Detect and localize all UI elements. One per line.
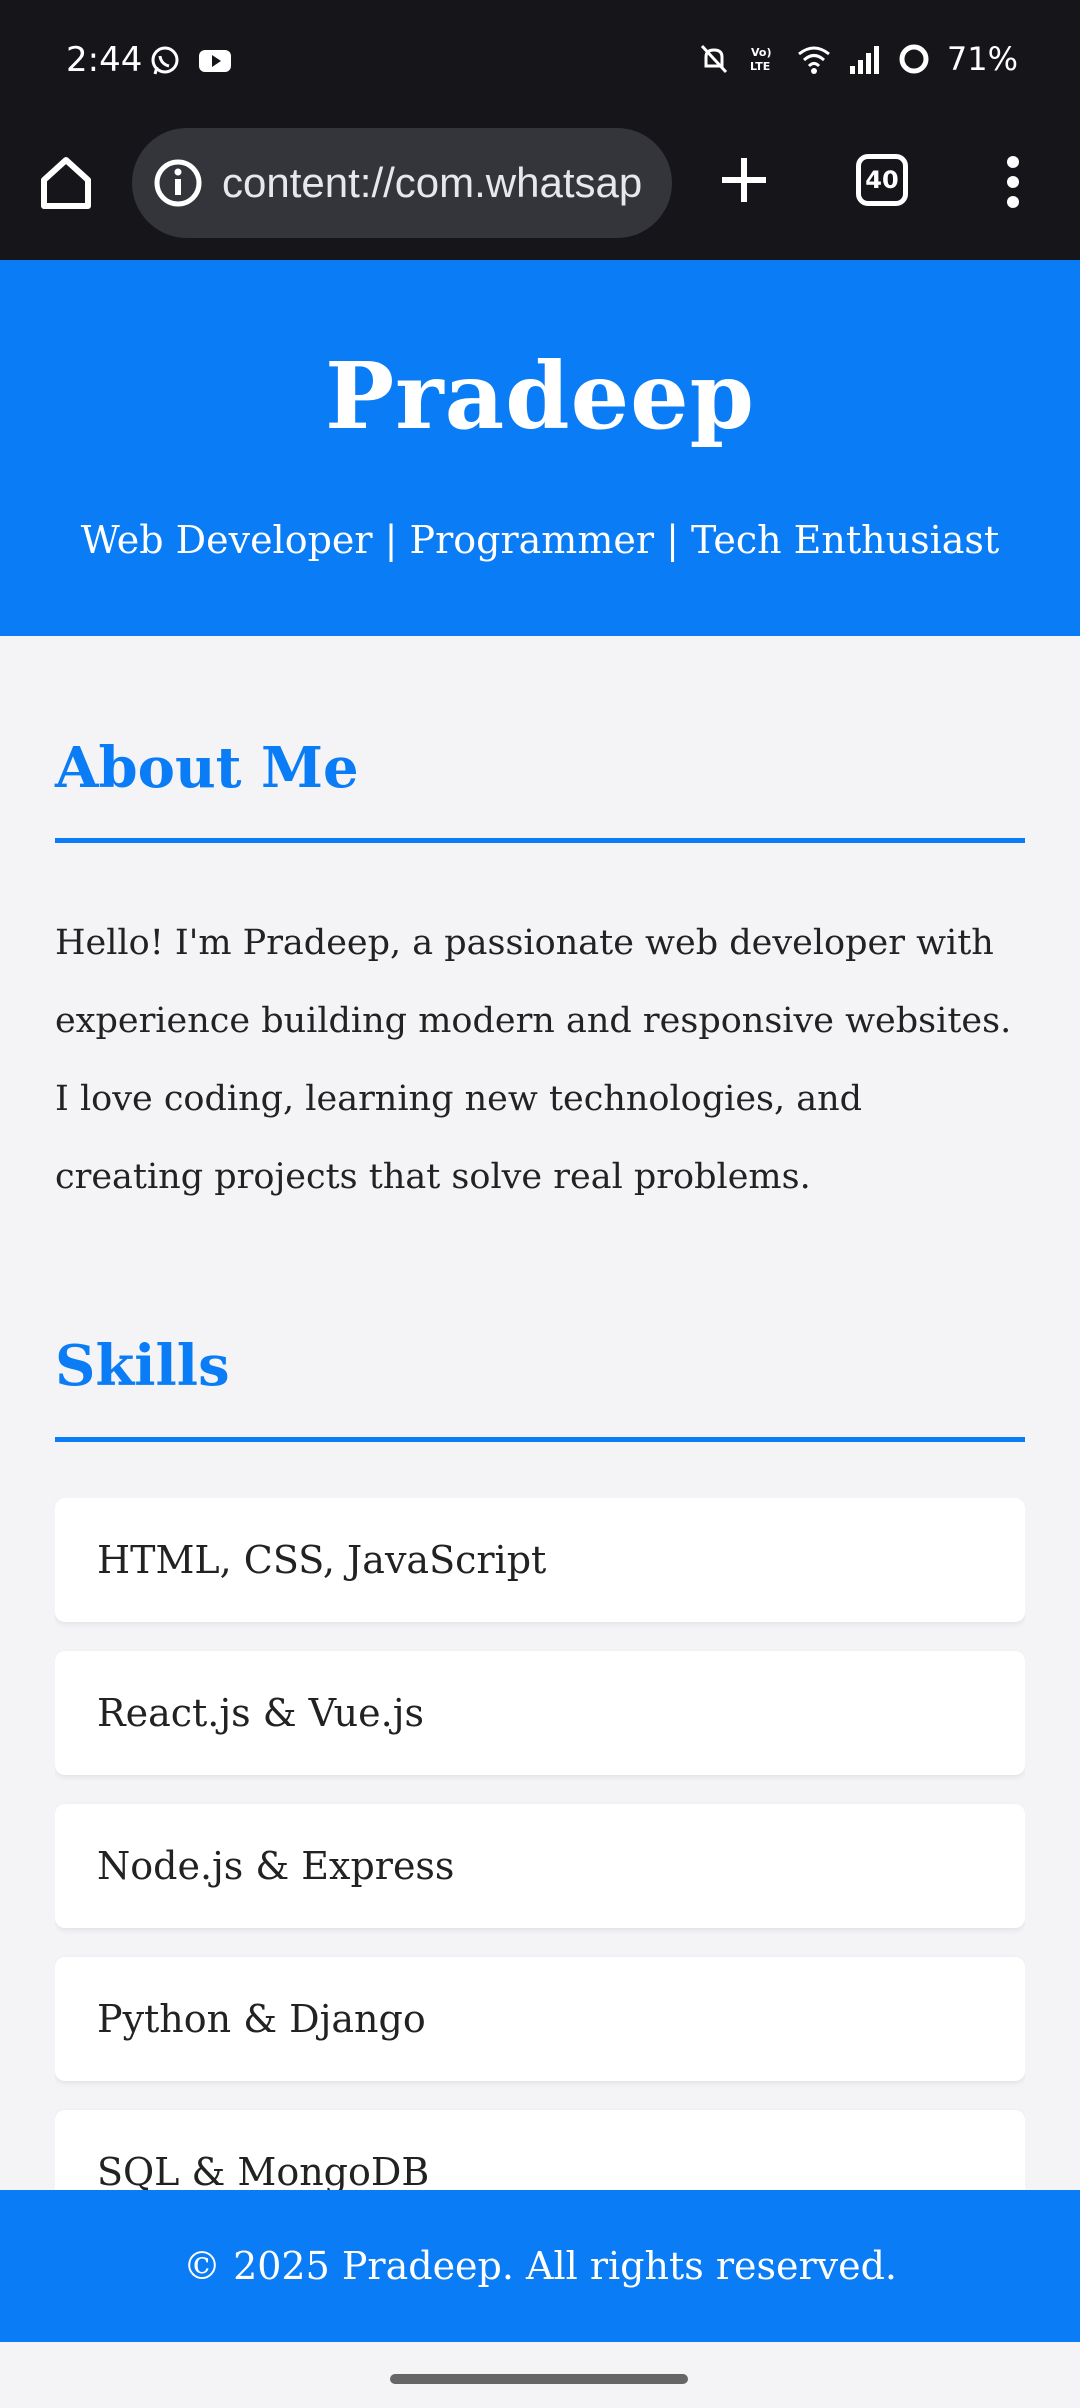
address-bar[interactable]: content://com.whatsap <box>132 128 672 238</box>
svg-text:LTE: LTE <box>750 60 770 73</box>
skills-divider <box>55 1437 1025 1442</box>
battery-icon <box>899 44 929 74</box>
tab-switcher-button[interactable]: 40 <box>856 154 908 206</box>
status-time: 2:44 <box>66 40 143 80</box>
skills-list: HTML, CSS, JavaScript React.js & Vue.js … <box>55 1498 1025 2190</box>
plus-icon[interactable] <box>716 152 772 208</box>
whatsapp-icon <box>151 46 179 75</box>
skill-item: HTML, CSS, JavaScript <box>55 1498 1025 1622</box>
skills-heading: Skills <box>55 1333 230 1399</box>
skill-item: React.js & Vue.js <box>55 1651 1025 1775</box>
page-title: Pradeep <box>325 342 755 450</box>
more-vert-icon[interactable] <box>1000 152 1026 212</box>
battery-percent: 71% <box>946 40 1018 78</box>
info-icon[interactable] <box>152 157 204 209</box>
about-divider <box>55 838 1025 843</box>
system-icons: Vo) LTE 71% <box>697 40 1018 78</box>
url-text[interactable]: content://com.whatsap <box>222 159 642 207</box>
about-heading: About Me <box>55 735 359 801</box>
skill-item: Python & Django <box>55 1957 1025 2081</box>
wifi-icon <box>797 46 830 74</box>
home-icon[interactable] <box>36 152 96 212</box>
skill-item: SQL & MongoDB <box>55 2110 1025 2190</box>
page-header: Pradeep Web Developer | Programmer | Tec… <box>0 260 1080 636</box>
skill-item: Node.js & Express <box>55 1804 1025 1928</box>
volte-icon: Vo) LTE <box>750 46 772 73</box>
status-bar: 2:44 Vo) LTE 71% <box>0 0 1080 128</box>
notification-icons <box>148 44 232 78</box>
navigation-area <box>0 2342 1080 2408</box>
page-footer: © 2025 Pradeep. All rights reserved. <box>0 2190 1080 2342</box>
mute-icon <box>700 44 727 74</box>
browser-toolbar: content://com.whatsap 40 <box>0 128 1080 260</box>
about-text: Hello! I'm Pradeep, a passionate web dev… <box>55 923 1012 1197</box>
footer-copyright: © 2025 Pradeep. All rights reserved. <box>182 2244 897 2288</box>
signal-icon <box>849 46 879 74</box>
youtube-icon <box>199 50 231 72</box>
svg-text:Vo): Vo) <box>751 46 772 59</box>
gesture-handle[interactable] <box>390 2374 688 2384</box>
page-subtitle: Web Developer | Programmer | Tech Enthus… <box>80 518 1000 562</box>
